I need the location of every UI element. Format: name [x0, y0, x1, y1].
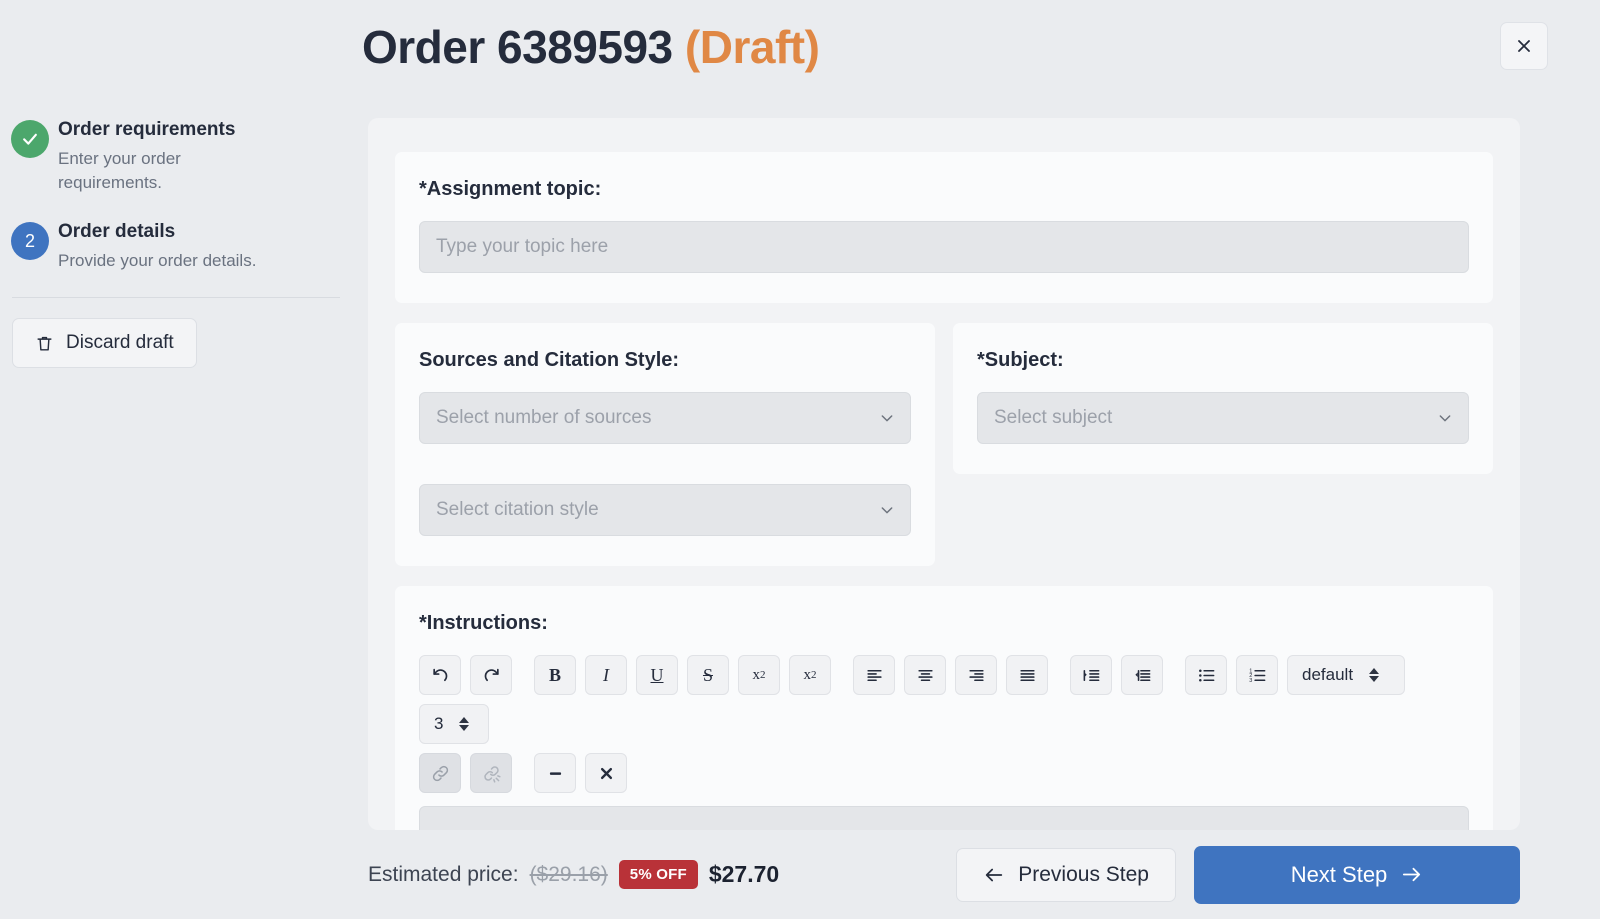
chevron-down-icon: [881, 507, 893, 514]
close-glyph: [1518, 40, 1530, 52]
font-size-value: 3: [434, 714, 444, 733]
previous-step-button[interactable]: Previous Step: [956, 847, 1176, 902]
next-step-button[interactable]: Next Step: [1194, 845, 1520, 904]
chevron-down-icon: [1439, 415, 1451, 422]
sidebar-step-title: Order requirements: [58, 119, 236, 140]
sidebar-divider: [12, 297, 340, 299]
align-left-icon: [866, 669, 882, 681]
discount-badge: 5% OFF: [618, 860, 698, 889]
align-justify-icon: [1019, 669, 1035, 681]
redo-button[interactable]: [470, 655, 512, 695]
undo-button[interactable]: [419, 655, 461, 695]
sources-count-placeholder: Select number of sources: [436, 407, 652, 428]
insert-link-button[interactable]: [419, 753, 461, 793]
undo-icon: [432, 668, 447, 681]
underline-button[interactable]: U: [636, 655, 678, 695]
align-left-button[interactable]: [853, 655, 895, 695]
page-title-order: Order 6389593: [362, 21, 673, 73]
discard-draft-button[interactable]: Discard draft: [12, 318, 197, 369]
sidebar-step-title: Order details: [58, 221, 176, 243]
step-sidebar: Order requirements Enter your order requ…: [0, 118, 352, 369]
numbered-list-button[interactable]: 123: [1236, 655, 1278, 695]
arrow-right-icon: [1403, 867, 1421, 882]
assignment-topic-placeholder: Type your topic here: [436, 236, 609, 257]
previous-step-label: Previous Step: [1018, 862, 1149, 886]
price-final: $27.70: [708, 861, 780, 887]
estimated-price: Estimated price: ($29.16) 5% OFF $27.70: [368, 860, 779, 889]
align-center-icon: [917, 669, 933, 681]
assignment-topic-label: *Assignment topic:: [419, 178, 602, 200]
align-center-button[interactable]: [904, 655, 946, 695]
order-draft-screen: Order 6389593 (Draft) Order requirements…: [0, 0, 1600, 919]
order-details-panel: *Assignment topic: Type your topic here …: [368, 118, 1520, 830]
link-icon: [432, 765, 448, 781]
page-title-status: (Draft): [684, 21, 820, 73]
redo-icon: [484, 668, 499, 681]
sources-citation-label: Sources and Citation Style:: [419, 349, 680, 371]
stepper-icon: [459, 717, 470, 731]
font-size-select[interactable]: 3: [419, 704, 489, 744]
instructions-card: *Instructions: B I U S x2 x2 1 2 3 defau…: [395, 586, 1493, 830]
subject-select[interactable]: Select subject: [977, 392, 1469, 444]
align-justify-button[interactable]: [1006, 655, 1048, 695]
price-original: ($29.16): [529, 862, 608, 886]
sidebar-step-order-details[interactable]: 2 Order details Provide your order detai…: [0, 220, 352, 273]
horizontal-rule-icon: [549, 771, 561, 775]
clear-formatting-button[interactable]: [585, 753, 627, 793]
assignment-topic-input[interactable]: Type your topic here: [419, 221, 1469, 273]
sidebar-step-desc: Enter your order requirements.: [58, 148, 181, 193]
align-right-button[interactable]: [955, 655, 997, 695]
sources-citation-card: Sources and Citation Style: Select numbe…: [395, 323, 935, 566]
arrow-left-icon: [986, 868, 1003, 881]
align-right-icon: [968, 669, 984, 681]
trash-icon: [37, 336, 52, 351]
numbered-list-icon: 123: [1249, 668, 1265, 684]
step-number-badge: 2: [11, 222, 49, 261]
footer-actions: Previous Step Next Step: [956, 845, 1520, 904]
stepper-icon: [1369, 668, 1380, 682]
outdent-button[interactable]: [1121, 655, 1163, 695]
price-label: Estimated price:: [368, 862, 519, 886]
indent-button[interactable]: [1070, 655, 1112, 695]
clear-formatting-icon: [600, 767, 612, 779]
check-glyph: [23, 133, 37, 145]
horizontal-rule-button[interactable]: [534, 753, 576, 793]
sidebar-step-desc: Provide your order details.: [58, 250, 257, 270]
assignment-topic-card: *Assignment topic: Type your topic here: [395, 152, 1493, 303]
subject-label: *Subject:: [977, 349, 1064, 371]
sources-count-select[interactable]: Select number of sources: [419, 392, 911, 444]
bullet-list-button[interactable]: [1185, 655, 1227, 695]
bold-button[interactable]: B: [534, 655, 576, 695]
subject-card: *Subject: Select subject: [953, 323, 1493, 474]
sources-subject-row: Sources and Citation Style: Select numbe…: [395, 323, 1493, 566]
chevron-down-icon: [881, 415, 893, 422]
citation-style-placeholder: Select citation style: [436, 499, 599, 520]
indent-icon: [1083, 669, 1099, 681]
sidebar-step-order-requirements[interactable]: Order requirements Enter your order requ…: [0, 118, 352, 196]
italic-button[interactable]: I: [585, 655, 627, 695]
font-family-select[interactable]: default: [1287, 655, 1405, 695]
citation-style-select[interactable]: Select citation style: [419, 484, 911, 536]
superscript-button[interactable]: x2: [789, 655, 831, 695]
subscript-button[interactable]: x2: [738, 655, 780, 695]
strikethrough-button[interactable]: S: [687, 655, 729, 695]
editor-toolbar-row-1: B I U S x2 x2 1 2 3 default 3: [419, 655, 1469, 744]
unlink-icon: [483, 765, 501, 783]
bullet-list-icon: [1198, 668, 1214, 682]
footer-bar: Estimated price: ($29.16) 5% OFF $27.70 …: [368, 830, 1520, 919]
outdent-icon: [1134, 669, 1150, 681]
remove-link-button[interactable]: [470, 753, 512, 793]
svg-text:3: 3: [1249, 678, 1252, 684]
page-title: Order 6389593 (Draft): [362, 20, 820, 74]
editor-toolbar-row-2: [419, 753, 1469, 793]
check-icon: [11, 120, 49, 158]
close-icon[interactable]: [1500, 22, 1548, 70]
font-family-value: default: [1302, 665, 1354, 684]
subject-placeholder: Select subject: [994, 407, 1113, 428]
next-step-label: Next Step: [1290, 861, 1388, 887]
instructions-label: *Instructions:: [419, 612, 548, 634]
discard-draft-label: Discard draft: [66, 332, 174, 354]
instructions-textarea[interactable]: [419, 806, 1469, 830]
